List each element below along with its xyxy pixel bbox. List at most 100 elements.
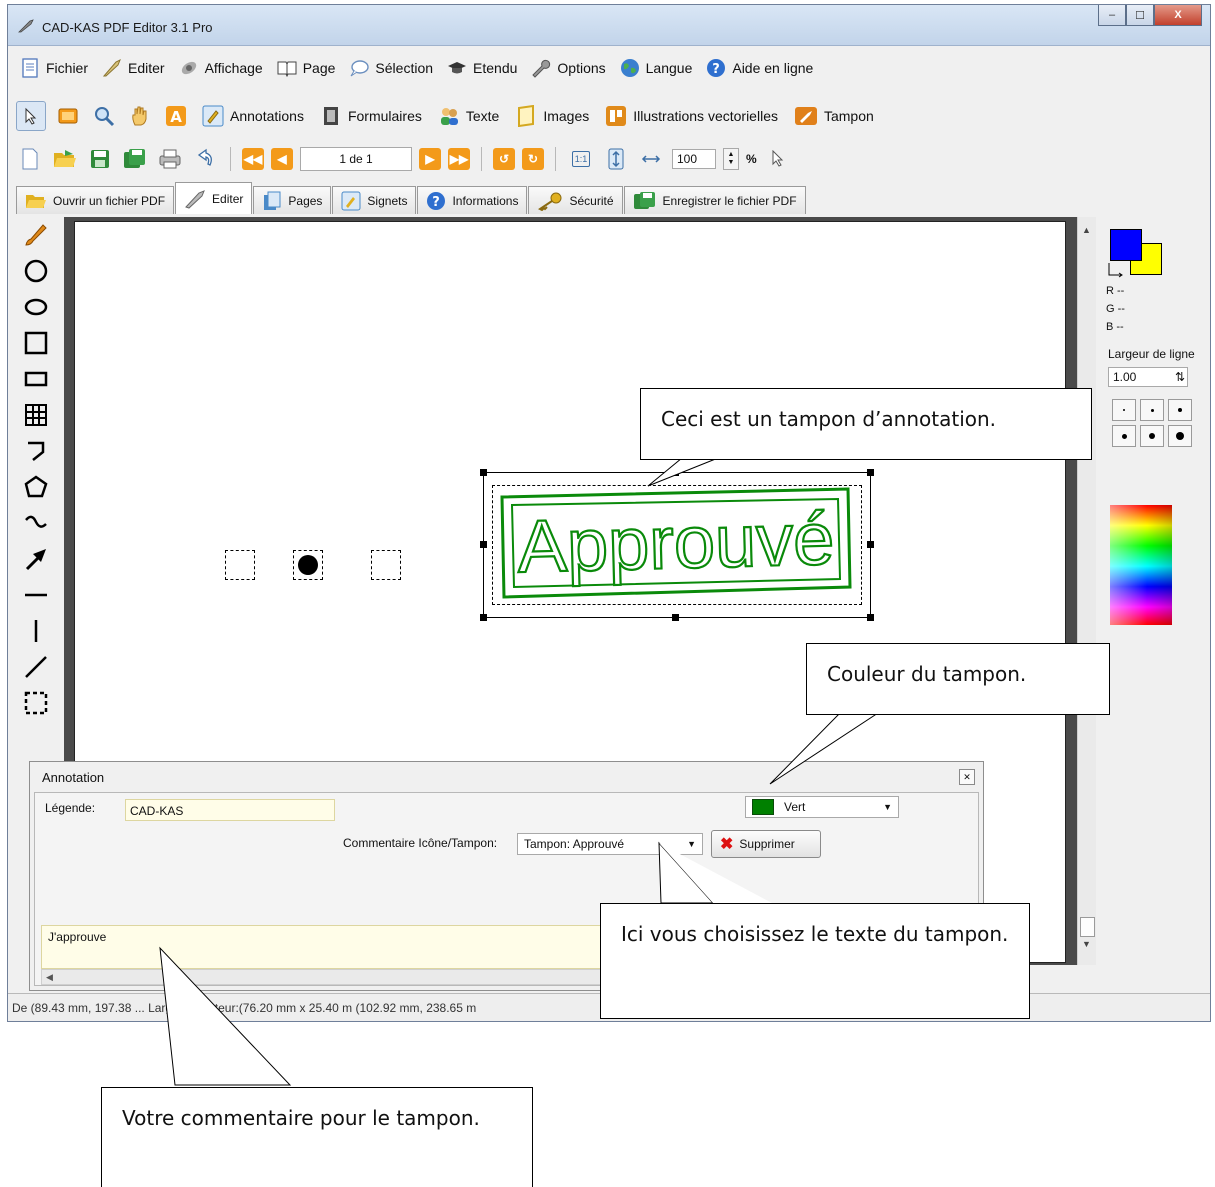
zoom-stepper[interactable]: ▲ ▼: [723, 148, 739, 170]
maximize-button[interactable]: ☐: [1126, 5, 1154, 26]
stamp-selection-frame[interactable]: Approuvé: [480, 469, 874, 621]
scroll-down-icon[interactable]: ▼: [1082, 939, 1091, 949]
tab-editer[interactable]: Editer: [175, 182, 253, 214]
square-tool[interactable]: [18, 325, 54, 361]
menu-selection[interactable]: Sélection: [345, 56, 437, 80]
fit-width-button[interactable]: [637, 145, 665, 173]
vertical-line-tool[interactable]: [18, 613, 54, 649]
line-width-input[interactable]: 1.00 ⇅: [1108, 367, 1188, 387]
stamp-color-select[interactable]: Vert ▼: [745, 796, 899, 818]
menu-fichier[interactable]: Fichier: [16, 56, 92, 80]
next-page-button[interactable]: ▶: [419, 148, 441, 170]
first-page-button[interactable]: ◀◀: [242, 148, 264, 170]
menu-langue[interactable]: Langue: [616, 56, 697, 80]
text-tool-button[interactable]: A: [162, 102, 190, 130]
resize-handle[interactable]: [480, 541, 487, 548]
menu-etendu[interactable]: Etendu: [443, 56, 521, 80]
dot-size-option[interactable]: [1168, 425, 1192, 447]
rotate-right-button[interactable]: ↻: [522, 148, 544, 170]
line-width-stepper-icon[interactable]: ⇅: [1175, 370, 1185, 384]
rectangle-tool[interactable]: [18, 361, 54, 397]
formulaires-button[interactable]: Formulaires: [316, 105, 426, 127]
color-spectrum-picker[interactable]: [1110, 505, 1172, 625]
last-page-button[interactable]: ▶▶: [448, 148, 470, 170]
menu-page[interactable]: Page: [273, 56, 340, 80]
tab-securite[interactable]: Sécurité: [528, 186, 623, 214]
print-button[interactable]: [156, 145, 184, 173]
resize-handle[interactable]: [867, 541, 874, 548]
resize-handle[interactable]: [672, 614, 679, 621]
dot-size-option[interactable]: [1140, 425, 1164, 447]
dot-size-option[interactable]: [1140, 399, 1164, 421]
previous-page-button[interactable]: ◀: [271, 148, 293, 170]
save-as-button[interactable]: [121, 145, 149, 173]
minimize-button[interactable]: –: [1098, 5, 1126, 26]
curve-tool[interactable]: [18, 505, 54, 541]
delete-button[interactable]: ✖ Supprimer: [711, 830, 821, 858]
menu-aide[interactable]: ? Aide en ligne: [702, 56, 817, 80]
tab-informations[interactable]: ? Informations: [417, 186, 528, 214]
resize-handle[interactable]: [672, 469, 679, 476]
open-file-button[interactable]: [51, 145, 79, 173]
resize-handle[interactable]: [480, 469, 487, 476]
new-file-button[interactable]: [16, 145, 44, 173]
menu-options[interactable]: Options: [527, 56, 609, 80]
hand-button[interactable]: [126, 102, 154, 130]
empty-handle[interactable]: [371, 550, 401, 580]
dialog-close-button[interactable]: ✕: [959, 769, 975, 785]
tab-signets[interactable]: Signets: [332, 186, 417, 214]
brush-tool[interactable]: [18, 217, 54, 253]
callout-comment: Votre commentaire pour le tampon.: [101, 1087, 533, 1187]
table-tool[interactable]: [18, 397, 54, 433]
select-tool-button[interactable]: [16, 101, 46, 131]
rectangle-select-button[interactable]: [54, 102, 82, 130]
resize-handle[interactable]: [867, 469, 874, 476]
stamp-type-select[interactable]: Tampon: Approuvé ▼: [517, 833, 703, 855]
undo-button[interactable]: [191, 145, 219, 173]
illustrations-button[interactable]: Illustrations vectorielles: [601, 105, 782, 127]
tab-ouvrir[interactable]: Ouvrir un fichier PDF: [16, 186, 175, 214]
diagonal-line-tool[interactable]: [18, 649, 54, 685]
polygon-tool[interactable]: [18, 469, 54, 505]
selection-frame-tool[interactable]: [18, 685, 54, 721]
vertical-scrollbar[interactable]: ▲ ▼: [1077, 217, 1096, 965]
actual-size-button[interactable]: 1:1: [567, 145, 595, 173]
scroll-up-icon[interactable]: ▲: [1082, 225, 1091, 235]
dot-size-option[interactable]: [1112, 425, 1136, 447]
fit-height-button[interactable]: [602, 145, 630, 173]
menu-affichage[interactable]: Affichage: [175, 56, 267, 80]
ellipse-tool[interactable]: [18, 289, 54, 325]
resize-handle[interactable]: [480, 614, 487, 621]
dot-size-option[interactable]: [1168, 399, 1192, 421]
resize-handle[interactable]: [867, 614, 874, 621]
zoom-input[interactable]: 100: [672, 149, 716, 169]
scroll-left-icon[interactable]: ◀: [46, 972, 53, 983]
horizontal-line-tool[interactable]: [18, 577, 54, 613]
arrow-tool[interactable]: [18, 541, 54, 577]
comment-horizontal-scrollbar[interactable]: ◀: [41, 969, 601, 985]
save-button[interactable]: [86, 145, 114, 173]
rotate-left-button[interactable]: ↺: [493, 148, 515, 170]
tampon-button[interactable]: Tampon: [790, 105, 878, 127]
dot-size-option[interactable]: [1112, 399, 1136, 421]
circle-tool[interactable]: [18, 253, 54, 289]
help-icon: ?: [707, 59, 726, 77]
page-indicator[interactable]: 1 de 1: [300, 147, 412, 171]
tab-pages[interactable]: Pages: [253, 186, 332, 214]
zoom-button[interactable]: [90, 102, 118, 130]
close-button[interactable]: X: [1154, 5, 1202, 26]
foreground-color-swatch[interactable]: [1110, 229, 1142, 261]
images-button[interactable]: Images: [511, 105, 593, 127]
legend-input[interactable]: CAD-KAS: [125, 799, 335, 821]
swap-colors-icon[interactable]: [1106, 261, 1124, 279]
polyline-tool[interactable]: [18, 433, 54, 469]
selected-dot-handle[interactable]: [293, 550, 323, 580]
texte-button[interactable]: Texte: [434, 105, 503, 127]
delete-label: Supprimer: [739, 837, 795, 851]
menu-editer[interactable]: Editer: [98, 56, 169, 80]
pointer-button[interactable]: [764, 145, 792, 173]
scroll-thumb[interactable]: [1080, 917, 1095, 937]
empty-handle[interactable]: [225, 550, 255, 580]
tab-enregistrer[interactable]: Enregistrer le fichier PDF: [623, 186, 806, 214]
annotations-button[interactable]: Annotations: [198, 105, 308, 127]
